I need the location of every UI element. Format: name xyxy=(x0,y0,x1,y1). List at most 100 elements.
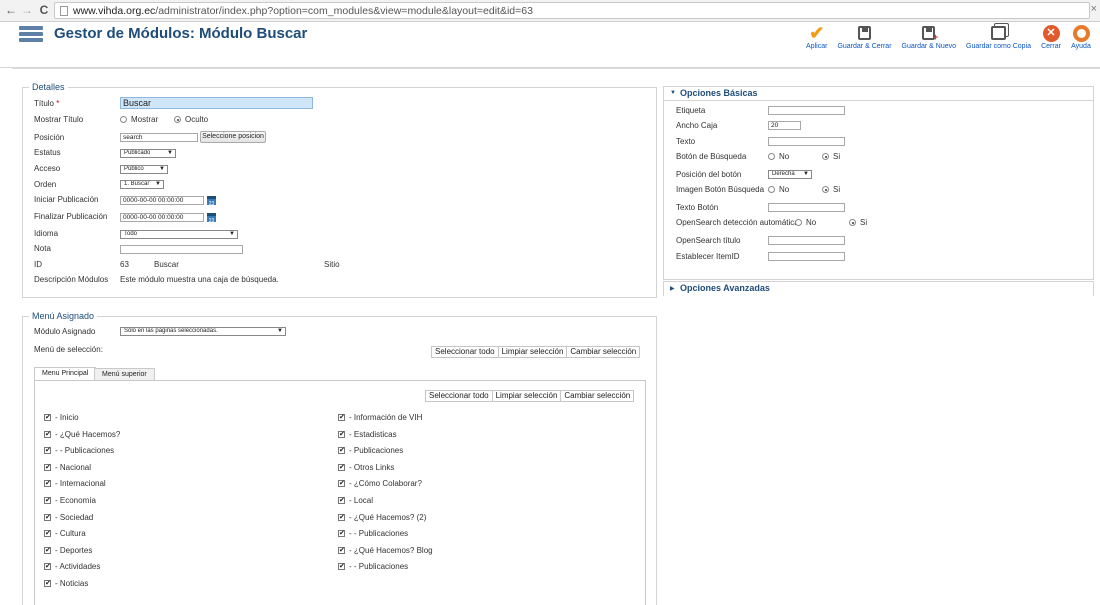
menu-item-checkbox[interactable]: ✔ xyxy=(338,546,345,554)
position-input[interactable]: search xyxy=(120,133,198,142)
menu-item-checkbox[interactable]: ✔ xyxy=(44,497,51,504)
tab-select-all-button[interactable]: Seleccionar todo xyxy=(425,390,493,402)
access-select[interactable]: Público ▼ xyxy=(120,165,168,174)
dropdown-arrow-icon: ▼ xyxy=(167,150,173,156)
search-button-yes-option: Si xyxy=(833,152,841,161)
calendar-icon[interactable]: 23 xyxy=(207,196,216,207)
access-label: Acceso xyxy=(34,164,61,173)
order-select[interactable]: 1. Buscar ▼ xyxy=(120,180,164,189)
back-arrow-icon[interactable]: ← xyxy=(4,3,18,17)
menu-item-checkbox[interactable]: ✔ xyxy=(44,480,51,488)
toggle-selection-button[interactable]: Cambiar selección xyxy=(566,346,641,358)
calendar-icon[interactable]: 23 xyxy=(207,213,216,224)
opensearch-title-label: OpenSearch título xyxy=(676,236,741,245)
menu-item-checkbox[interactable]: ✔ xyxy=(338,563,345,571)
button-position-label: Posición del botón xyxy=(676,170,742,179)
status-select[interactable]: Publicado ▼ xyxy=(120,149,176,158)
menu-item-checkbox[interactable]: ✔ xyxy=(338,480,345,488)
apply-button[interactable]: ✔ Aplicar xyxy=(801,22,832,68)
menu-item-checkbox[interactable]: ✔ xyxy=(44,530,51,538)
finish-publishing-input[interactable]: 0000-00-00 00:00:00 xyxy=(120,213,204,222)
menu-item-checkbox[interactable]: ✔ xyxy=(44,430,51,438)
menu-item-checkbox[interactable]: ✔ xyxy=(338,414,345,421)
dropdown-arrow-icon: ▼ xyxy=(277,328,283,334)
menu-selection-toolbar: Seleccionar todo Limpiar selección Cambi… xyxy=(431,346,641,358)
save-copy-button[interactable]: Guardar como Copia xyxy=(961,22,1036,68)
image-button-no-option: No xyxy=(779,185,790,194)
select-all-button[interactable]: Seleccionar todo xyxy=(431,346,499,358)
description-label: Descripción Módulos xyxy=(34,275,109,284)
image-button-yes-radio[interactable] xyxy=(822,186,829,193)
set-itemid-label: Establecer ItemID xyxy=(676,252,740,261)
box-width-input[interactable]: 20 xyxy=(768,121,801,130)
opensearch-no-radio[interactable] xyxy=(795,219,802,226)
clear-selection-button[interactable]: Limpiar selección xyxy=(497,346,568,358)
note-label: Nota xyxy=(34,244,51,253)
menu-item-label: - Estadisticas xyxy=(349,429,397,439)
menu-item-checkbox[interactable]: ✔ xyxy=(44,463,51,471)
save-new-button[interactable]: + Guardar & Nuevo xyxy=(897,22,961,68)
show-title-radio[interactable] xyxy=(120,116,127,123)
tab-menu-principal[interactable]: Menu Principal xyxy=(34,367,97,381)
page-title: Gestor de Módulos: Módulo Buscar xyxy=(54,25,308,42)
description-value: Este módulo muestra una caja de búsqueda… xyxy=(120,275,279,284)
menu-assignment-legend: Menú Asignado xyxy=(29,311,98,321)
apply-check-icon: ✔ xyxy=(809,23,825,43)
menu-item-label: - Cultura xyxy=(55,529,86,539)
menu-item-checkbox[interactable]: ✔ xyxy=(338,497,345,504)
menu-item-checkbox[interactable]: ✔ xyxy=(44,563,51,571)
menu-item-label: - Local xyxy=(349,496,374,505)
search-button-no-radio[interactable] xyxy=(768,153,775,160)
address-bar[interactable]: www.vihda.org.ec/administrator/index.php… xyxy=(54,2,1090,19)
collapsed-triangle-icon: ▶ xyxy=(670,286,675,292)
order-label: Orden xyxy=(34,180,57,189)
opensearch-autodiscovery-label: OpenSearch detección automática xyxy=(676,218,799,227)
note-input[interactable] xyxy=(120,245,243,254)
tab-toggle-selection-button[interactable]: Cambiar selección xyxy=(560,390,635,402)
box-width-label: Ancho Caja xyxy=(676,121,718,130)
image-button-no-radio[interactable] xyxy=(768,186,775,193)
menu-item-checkbox[interactable]: ✔ xyxy=(338,430,345,438)
save-close-button[interactable]: Guardar & Cerrar xyxy=(832,22,896,68)
advanced-options-header[interactable]: ▶ Opciones Avanzadas xyxy=(664,282,1093,296)
menu-item-checkbox[interactable]: ✔ xyxy=(44,580,51,587)
menu-item-checkbox[interactable]: ✔ xyxy=(338,530,345,538)
menu-item-label: - Sociedad xyxy=(55,512,94,522)
basic-options-header[interactable]: ▼ Opciones Básicas xyxy=(664,87,1093,101)
button-position-select[interactable]: Derecha ▼ xyxy=(768,170,812,179)
menu-item-checkbox[interactable]: ✔ xyxy=(338,463,345,471)
title-input[interactable]: Buscar xyxy=(120,97,313,109)
label-input[interactable] xyxy=(768,106,845,115)
menu-item-label: - - Publicaciones xyxy=(349,529,409,539)
set-itemid-input[interactable] xyxy=(768,252,845,261)
forward-arrow-icon[interactable]: → xyxy=(20,3,34,17)
menu-item-checkbox[interactable]: ✔ xyxy=(44,546,51,554)
url-text: www.vihda.org.ec/administrator/index.php… xyxy=(73,5,533,17)
assignment-select[interactable]: Sólo en las páginas seleccionadas. ▼ xyxy=(120,327,286,336)
select-position-button[interactable]: Seleccione posicion xyxy=(200,131,266,143)
start-publishing-input[interactable]: 0000-00-00 00:00:00 xyxy=(120,196,204,205)
menu-item-checkbox[interactable]: ✔ xyxy=(44,414,51,421)
text-input[interactable] xyxy=(768,137,845,146)
search-button-yes-radio[interactable] xyxy=(822,153,829,160)
text-label: Texto xyxy=(676,137,696,146)
show-title-label: Mostrar Título xyxy=(34,115,84,124)
menu-item-checkbox[interactable]: ✔ xyxy=(44,447,51,455)
menu-item-checkbox[interactable]: ✔ xyxy=(338,513,345,521)
tab-selection-toolbar: Seleccionar todo Limpiar selección Cambi… xyxy=(425,390,635,402)
menu-item-checkbox[interactable]: ✔ xyxy=(338,447,345,455)
status-label: Estatus xyxy=(34,148,61,157)
help-button[interactable]: Ayuda xyxy=(1066,22,1096,68)
tab-clear-selection-button[interactable]: Limpiar selección xyxy=(491,390,562,402)
close-icon[interactable]: × xyxy=(1091,3,1097,15)
hide-title-radio[interactable] xyxy=(174,116,181,123)
language-select[interactable]: Todo ▼ xyxy=(120,230,238,239)
reload-icon[interactable]: C xyxy=(37,3,51,17)
close-icon: ✕ xyxy=(1042,24,1060,42)
opensearch-yes-radio[interactable] xyxy=(849,219,856,226)
finish-publishing-label: Finalizar Publicación xyxy=(34,212,108,221)
button-text-input[interactable] xyxy=(768,203,845,212)
opensearch-title-input[interactable] xyxy=(768,236,845,245)
menu-item-checkbox[interactable]: ✔ xyxy=(44,513,51,521)
close-button[interactable]: ✕ Cerrar xyxy=(1036,22,1066,68)
